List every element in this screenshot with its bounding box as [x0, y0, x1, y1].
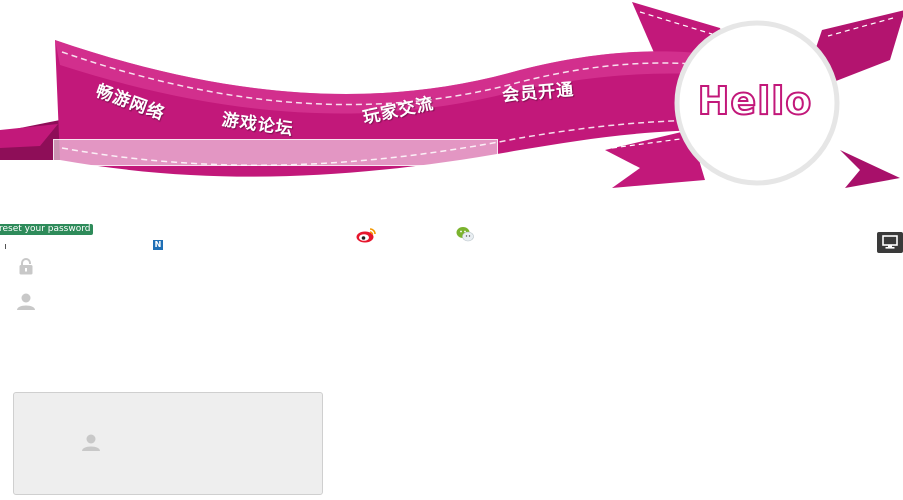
monitor-button[interactable] — [877, 232, 903, 253]
ribbon-banner: 畅游网络 游戏论坛 玩家交流 会员开通 Hello — [0, 0, 903, 200]
n-badge-icon[interactable]: N — [153, 240, 163, 250]
user-icon — [16, 292, 36, 315]
wechat-icon[interactable] — [456, 226, 474, 246]
text-cursor-mark — [5, 244, 6, 249]
search-input[interactable] — [53, 139, 498, 166]
monitor-icon — [882, 235, 898, 249]
lock-icon — [18, 258, 34, 279]
login-panel[interactable] — [13, 392, 323, 495]
weibo-icon[interactable] — [356, 226, 376, 247]
avatar-user-icon — [81, 433, 101, 456]
reset-password-link[interactable]: reset your password — [0, 224, 94, 235]
hello-logo: Hello — [697, 78, 813, 124]
